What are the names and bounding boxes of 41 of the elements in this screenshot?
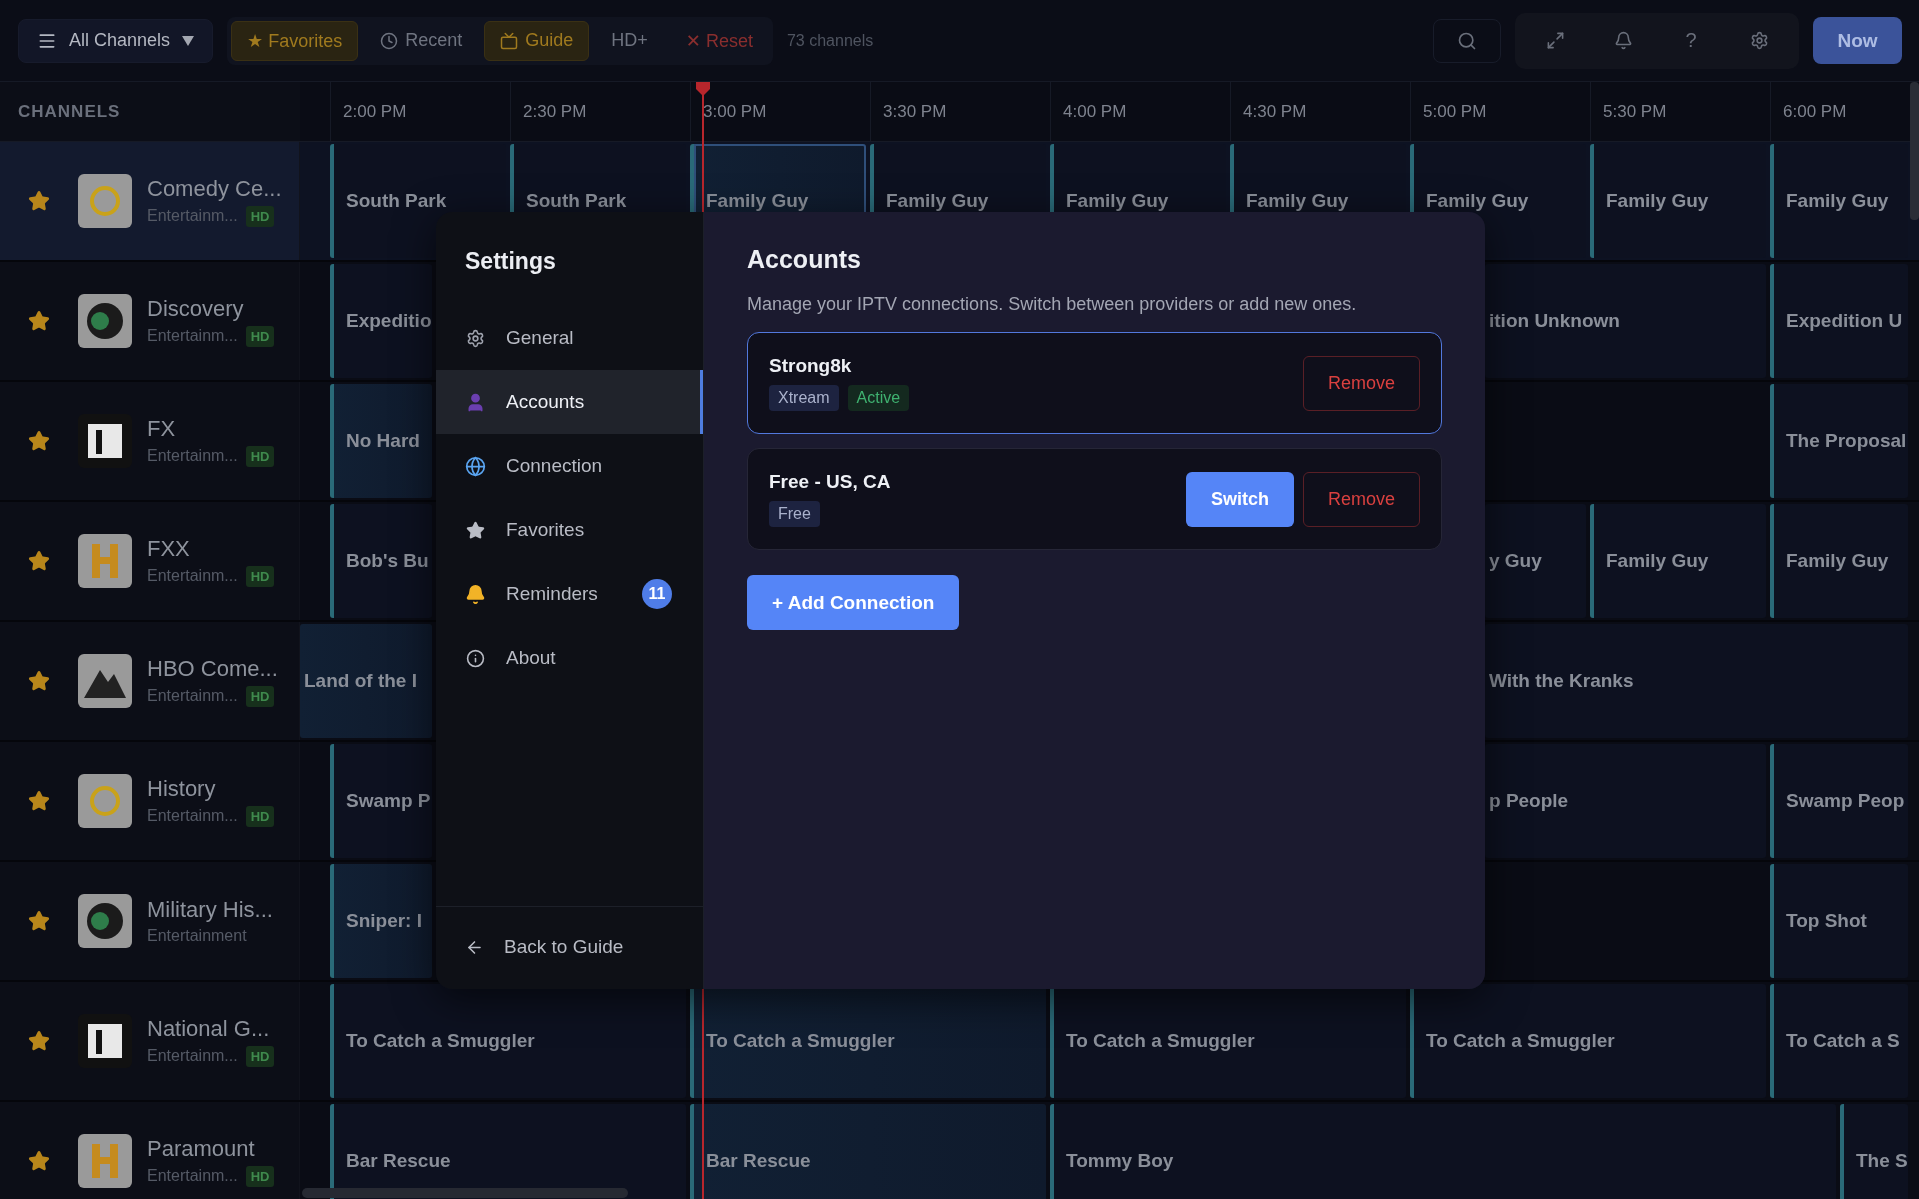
channel-name: Paramount [147, 1135, 256, 1162]
hd-badge: HD [245, 685, 275, 707]
time-label: 4:30 PM [1230, 82, 1410, 141]
account-name: Strong8k [769, 355, 853, 377]
hd-badge: HD [245, 805, 275, 827]
channel-name: Military His... [147, 897, 273, 923]
channel-name: History [147, 775, 217, 802]
channel-category: Entertainm... [147, 1167, 238, 1185]
hd-badge: HD [245, 1165, 275, 1187]
time-label: 2:00 PM [330, 82, 510, 141]
time-label: 5:00 PM [1410, 82, 1590, 141]
hd-badge: HD [245, 565, 275, 587]
channel-name: National G... [147, 1015, 271, 1042]
channel-category: Entertainm... [147, 447, 238, 465]
hd-badge: HD [245, 325, 275, 347]
channel-category: Entertainm... [147, 687, 238, 705]
count-badge: 11 [642, 579, 672, 609]
account-tag: Free [769, 501, 820, 527]
hd-badge: HD [245, 1045, 275, 1067]
channel-count: 73 channels [786, 31, 874, 50]
time-label: 3:30 PM [870, 82, 1050, 141]
channel-name: Discovery [147, 295, 245, 322]
account-name: Free - US, CA [769, 471, 892, 493]
channel-category: Entertainm... [147, 207, 238, 225]
account-tag: Xtream [769, 385, 839, 411]
section-description: Manage your IPTV connections. Switch between providers or add new ones. [747, 294, 1358, 315]
channel-category: Entertainm... [147, 807, 238, 825]
channel-name: FXX [147, 535, 191, 562]
time-label: 2:30 PM [510, 82, 690, 141]
time-label: 5:30 PM [1590, 82, 1770, 141]
channel-name: HBO Come... [147, 655, 278, 682]
channel-name: Comedy Ce... [147, 175, 282, 202]
hd-badge: HD [245, 445, 275, 467]
channel-category: Entertainment [147, 927, 247, 945]
channel-category: Entertainm... [147, 567, 238, 585]
channel-category: Entertainm... [147, 327, 238, 345]
channel-name: FX [147, 415, 177, 442]
hd-badge: HD [245, 205, 275, 227]
account-tag: Active [847, 385, 910, 411]
channel-category: Entertainm... [147, 1047, 238, 1065]
time-label: 4:00 PM [1050, 82, 1230, 141]
